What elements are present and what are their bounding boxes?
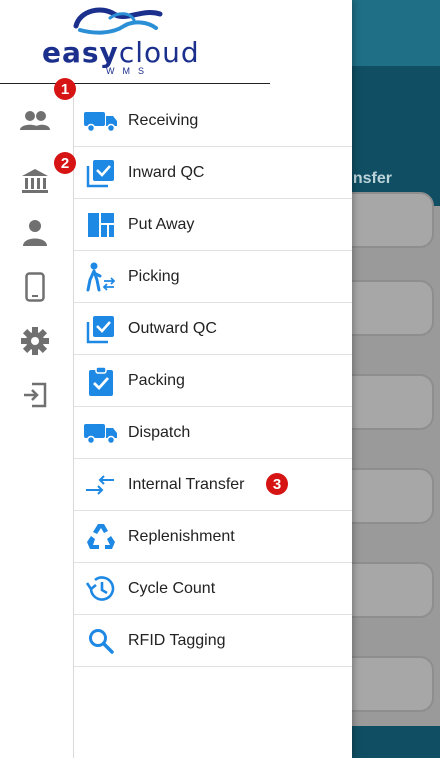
gear-icon[interactable] <box>18 324 52 358</box>
checkbox-icon <box>74 303 128 355</box>
menu-item-label: Packing <box>128 371 185 389</box>
menu-item-replenishment[interactable]: Replenishment <box>74 511 352 563</box>
menu-item-label: Inward QC <box>128 163 205 181</box>
history-icon <box>74 563 128 615</box>
menu-item-inward-qc[interactable]: Inward QC <box>74 147 352 199</box>
brand-logo: easycloud WMS <box>0 0 270 84</box>
annotation-badge-2: 2 <box>54 152 76 174</box>
recycle-icon <box>74 511 128 563</box>
brand-name-light: cloud <box>118 36 200 69</box>
menu-item-label: Cycle Count <box>128 579 216 597</box>
menu-item-outward-qc[interactable]: Outward QC <box>74 303 352 355</box>
menu-item-picking[interactable]: Picking <box>74 251 352 303</box>
menu-item-label: Picking <box>128 267 180 285</box>
menu-item-receiving[interactable]: Receiving <box>74 95 352 147</box>
users-icon[interactable] <box>18 104 52 138</box>
menu-item-put-away[interactable]: Put Away <box>74 199 352 251</box>
menu-item-label: Outward QC <box>128 319 217 337</box>
truck-icon <box>74 95 128 147</box>
menu-item-dispatch[interactable]: Dispatch <box>74 407 352 459</box>
menu-item-rfid-tagging[interactable]: RFID Tagging <box>74 615 352 667</box>
menu-item-label: RFID Tagging <box>128 631 226 649</box>
brand-name-bold: easy <box>42 36 119 69</box>
dashboard-icon <box>74 199 128 251</box>
mobile-icon[interactable] <box>18 270 52 304</box>
background-header-title: nsfer <box>352 170 392 187</box>
annotation-badge-1: 1 <box>54 78 76 100</box>
menu-item-packing[interactable]: Packing <box>74 355 352 407</box>
clipboard-check-icon <box>74 355 128 407</box>
navigation-drawer: easycloud WMS Receiving Inward QC Put Aw… <box>0 0 352 758</box>
menu-item-label: Replenishment <box>128 527 235 545</box>
user-icon[interactable] <box>18 216 52 250</box>
menu-item-cycle-count[interactable]: Cycle Count <box>74 563 352 615</box>
checkbox-icon <box>74 147 128 199</box>
person-transfer-icon <box>74 251 128 303</box>
menu-item-internal-transfer[interactable]: Internal Transfer <box>74 459 352 511</box>
brand-subtitle: WMS <box>106 66 152 76</box>
bank-icon[interactable] <box>18 164 52 198</box>
logout-icon[interactable] <box>18 378 52 412</box>
cloud-swirl-icon <box>73 7 163 35</box>
menu-item-label: Put Away <box>128 215 195 233</box>
brand-name: easycloud <box>42 36 200 69</box>
menu-list: Receiving Inward QC Put Away Picking Out… <box>74 95 352 667</box>
menu-item-label: Receiving <box>128 111 199 129</box>
truck-icon <box>74 407 128 459</box>
annotation-badge-3: 3 <box>266 473 288 495</box>
search-icon <box>74 615 128 667</box>
arrows-icon <box>74 459 128 511</box>
icon-rail <box>0 84 74 758</box>
menu-item-label: Dispatch <box>128 423 191 441</box>
menu-item-label: Internal Transfer <box>128 475 245 493</box>
